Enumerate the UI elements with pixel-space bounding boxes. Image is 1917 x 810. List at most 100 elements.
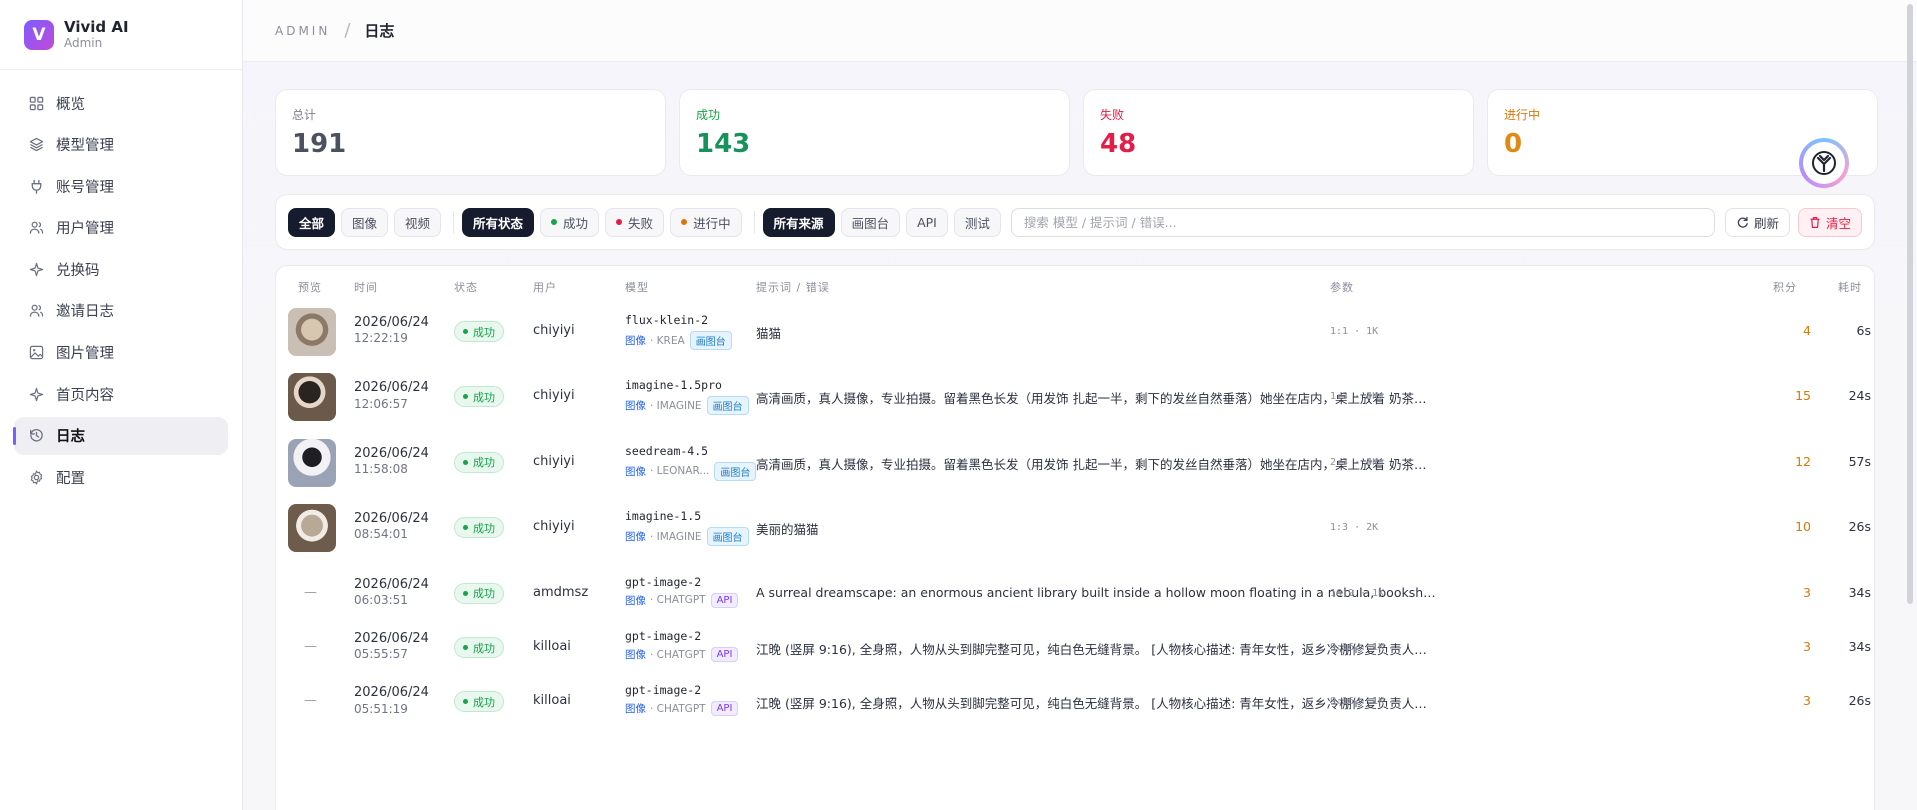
duration-cell: 26s: [1848, 693, 1871, 709]
source-tag: API: [710, 701, 739, 717]
sidebar-item-6[interactable]: 图片管理: [14, 334, 228, 372]
model-provider: · CHATGPT: [650, 702, 706, 715]
status-dot-icon: [463, 699, 468, 705]
gear-icon: [28, 469, 44, 485]
col-user: 用户: [533, 281, 557, 294]
model-provider: · CHATGPT: [650, 594, 706, 607]
model-cell: imagine-1.5 图像 · IMAGINE 画图台: [625, 509, 749, 547]
sidebar-item-8[interactable]: 日志: [13, 416, 228, 455]
preview-thumbnail[interactable]: [288, 504, 336, 553]
preview-thumbnail[interactable]: [288, 308, 336, 356]
sidebar-item-3[interactable]: 用户管理: [14, 209, 228, 247]
log-time: 08:54:01: [354, 527, 408, 542]
layers-icon: [28, 137, 44, 153]
model-name: imagine-1.5pro: [625, 378, 722, 393]
sparkle-icon: [28, 261, 44, 277]
plug-icon: [28, 178, 44, 194]
status-text: 成功: [473, 587, 495, 601]
credits-cell: 3: [1803, 639, 1811, 654]
source-filter-chip[interactable]: 测试: [953, 207, 1001, 237]
credits-cell: 4: [1803, 323, 1811, 338]
breadcrumb-root[interactable]: ADMIN: [275, 24, 330, 38]
sidebar-item-4[interactable]: 兑换码: [14, 250, 228, 288]
status-filter-chip[interactable]: 所有状态: [462, 207, 535, 237]
sidebar-item-label: 图片管理: [56, 346, 114, 363]
time-cell: 2026/06/24 11:58:08: [354, 446, 429, 476]
preview-thumbnail[interactable]: [288, 373, 336, 422]
sidebar-item-label: 日志: [56, 429, 85, 446]
brand[interactable]: V Vivid AI Admin: [0, 0, 242, 70]
preview-thumbnail[interactable]: [288, 438, 336, 487]
user-cell[interactable]: chiyiyi: [533, 388, 575, 403]
sidebar-item-2[interactable]: 账号管理: [14, 167, 228, 205]
sidebar-item-5[interactable]: 邀请日志: [14, 292, 228, 330]
params-cell: 1:1 · 1K: [1330, 326, 1379, 337]
refresh-button[interactable]: 刷新: [1724, 207, 1790, 237]
status-cell: 成功: [454, 691, 504, 713]
type-filter-chip[interactable]: 图像: [341, 207, 389, 237]
duration-cell: 6s: [1856, 323, 1871, 338]
type-filter-chip[interactable]: 视频: [394, 207, 442, 237]
stat-failed-card: 失败 48: [1083, 89, 1474, 176]
log-time: 05:51:19: [354, 701, 408, 716]
breadcrumb-current: 日志: [364, 22, 395, 40]
table-row[interactable]: 2026/06/24 12:06:57 成功 chiyiyi imagine-1.5pr…: [276, 364, 1874, 429]
model-name: gpt-image-2: [625, 629, 702, 643]
status-filter-chip[interactable]: 失败: [605, 207, 665, 237]
assistant-float-icon[interactable]: [1799, 138, 1849, 188]
source-filter-chip[interactable]: 所有来源: [762, 207, 835, 237]
time-cell: 2026/06/24 06:03:51: [354, 577, 429, 607]
stat-running-label: 进行中: [1504, 108, 1541, 122]
sidebar-nav: 概览模型管理账号管理用户管理 兑换码邀请日志图片管理首页内容日志配置: [0, 70, 242, 514]
clear-button[interactable]: 清空: [1797, 207, 1862, 237]
breadcrumb-separator: /: [344, 20, 351, 41]
col-model: 模型: [625, 281, 649, 294]
table-row[interactable]: 2026/06/24 12:22:19 成功 chiyiyi flux-klein-2 图…: [276, 299, 1874, 364]
source-tag: API: [710, 592, 739, 608]
search-input[interactable]: [1010, 207, 1715, 237]
user-cell[interactable]: chiyiyi: [533, 519, 575, 534]
user-cell[interactable]: chiyiyi: [533, 323, 575, 338]
sidebar-item-label: 概览: [56, 96, 85, 113]
model-type: 图像: [625, 649, 646, 661]
divider: [453, 211, 455, 233]
model-type: 图像: [625, 703, 646, 716]
user-cell[interactable]: killoai: [533, 693, 571, 708]
status-dot-icon: [463, 459, 468, 465]
params-cell: 9:16 · 1K: [1330, 642, 1385, 653]
page-scrollbar[interactable]: [1907, 4, 1913, 604]
model-type: 图像: [625, 531, 646, 544]
model-type: 图像: [625, 335, 646, 347]
status-filter-chip[interactable]: 进行中: [670, 207, 742, 237]
preview-empty: —: [304, 639, 317, 654]
sidebar-item-1[interactable]: 模型管理: [14, 126, 228, 164]
chip-label: 全部: [299, 215, 325, 231]
user-cell[interactable]: amdmsz: [533, 585, 588, 600]
source-tag: 画图台: [714, 461, 757, 481]
chip-label: 图像: [352, 215, 378, 231]
logs-table: 预览 时间 状态 用户 模型 提示词 / 错误 参数 积分 耗时 2026/06…: [275, 265, 1875, 810]
sidebar-item-label: 账号管理: [56, 179, 114, 196]
chip-label: 所有状态: [473, 215, 524, 231]
status-filter-chip[interactable]: 成功: [540, 207, 600, 237]
source-filter-chip[interactable]: 画图台: [840, 207, 901, 237]
table-row[interactable]: 2026/06/24 11:58:08 成功 chiyiyi seedream-4.5 图…: [276, 430, 1874, 495]
status-cell: 成功: [454, 582, 504, 604]
log-time: 12:06:57: [354, 396, 408, 411]
sidebar-item-7[interactable]: 首页内容: [14, 375, 228, 413]
user-cell[interactable]: killoai: [533, 639, 571, 654]
status-dot-icon: [463, 525, 468, 531]
time-cell: 2026/06/24 12:06:57: [354, 380, 429, 410]
sidebar-item-0[interactable]: 概览: [14, 84, 228, 122]
table-row[interactable]: 2026/06/24 08:54:01 成功 chiyiyi imagine-1.5 图像…: [276, 495, 1874, 560]
type-filter-chip[interactable]: 全部: [288, 207, 336, 237]
table-row[interactable]: — 2026/06/24 05:51:19 成功 killoai gpt-image-2 图…: [276, 669, 1874, 734]
stat-failed-label: 失败: [1100, 108, 1125, 122]
status-text: 成功: [473, 325, 495, 339]
user-cell[interactable]: chiyiyi: [533, 454, 575, 469]
source-filter-chip[interactable]: API: [906, 207, 948, 237]
sidebar-item-9[interactable]: 配置: [14, 458, 228, 496]
stat-failed-value: 48: [1100, 129, 1137, 159]
status-badge: 成功: [454, 321, 504, 342]
time-cell: 2026/06/24 05:51:19: [354, 685, 429, 715]
